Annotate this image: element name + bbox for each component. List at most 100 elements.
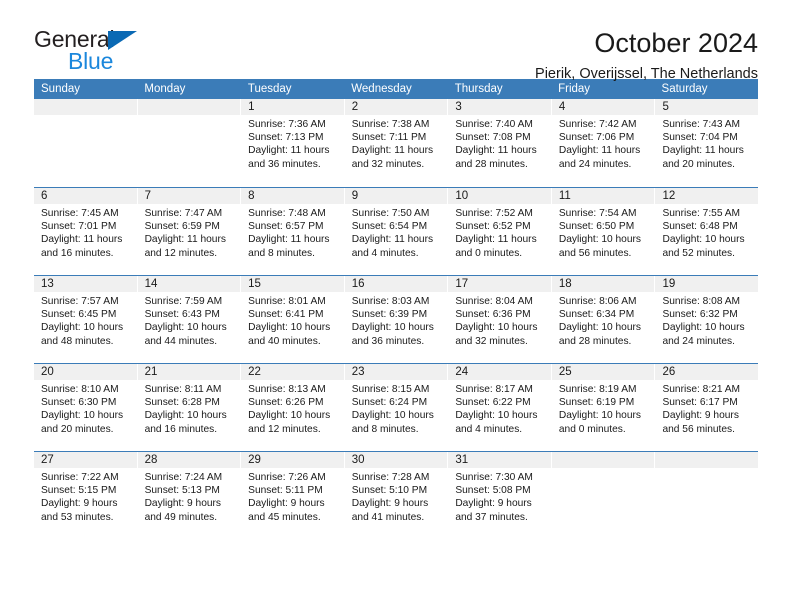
calendar-page: General Blue October 2024 Pierik, Overij… [0, 0, 792, 612]
day-sun-info: Sunrise: 7:38 AM Sunset: 7:11 PM Daylight:… [345, 115, 448, 171]
daylight-text: Daylight: 9 hours and 41 minutes. [351, 498, 429, 523]
day-number: 10 [448, 188, 551, 204]
daylight-text: Daylight: 11 hours and 12 minutes. [144, 234, 226, 259]
day-sun-info: Sunrise: 8:01 AM Sunset: 6:41 PM Daylight:… [241, 292, 344, 348]
calendar-day-cell[interactable]: 10 Sunrise: 7:52 AM Sunset: 6:52 PM Dayligh… [448, 188, 552, 275]
sunset-text: Sunset: 6:39 PM [351, 309, 428, 321]
calendar-day-cell[interactable]: 16 Sunrise: 8:03 AM Sunset: 6:39 PM Dayligh… [344, 276, 449, 363]
calendar-day-cell-empty [137, 99, 242, 187]
calendar-day-cell[interactable]: 17 Sunrise: 8:04 AM Sunset: 6:36 PM Dayligh… [448, 276, 552, 363]
sunrise-text: Sunrise: 8:17 AM [455, 384, 533, 395]
day-sun-info: Sunrise: 8:17 AM Sunset: 6:22 PM Daylight:… [448, 380, 551, 436]
day-number: 22 [241, 364, 344, 380]
general-blue-logo[interactable]: General Blue [34, 26, 152, 74]
day-sun-info: Sunrise: 7:47 AM Sunset: 6:59 PM Daylight:… [138, 204, 241, 260]
calendar-day-cell[interactable]: 29 Sunrise: 7:26 AM Sunset: 5:11 PM Dayligh… [241, 452, 345, 539]
day-number: 30 [344, 452, 448, 468]
calendar-day-cell[interactable]: 11 Sunrise: 7:54 AM Sunset: 6:50 PM Dayligh… [551, 188, 656, 275]
weekday-header-wednesday: Wednesday [351, 83, 412, 95]
day-sun-info: Sunrise: 7:36 AM Sunset: 7:13 PM Daylight:… [241, 115, 344, 171]
sunrise-text: Sunrise: 7:40 AM [455, 119, 533, 130]
calendar-day-cell[interactable]: 4 Sunrise: 7:42 AM Sunset: 7:06 PM Daylight… [551, 99, 656, 187]
daylight-text: Daylight: 10 hours and 36 minutes. [351, 322, 434, 347]
day-number: 27 [34, 452, 137, 468]
sunrise-text: Sunrise: 7:50 AM [351, 208, 430, 219]
calendar-day-cell[interactable]: 8 Sunrise: 7:48 AM Sunset: 6:57 PM Daylight… [241, 188, 345, 275]
day-number [137, 99, 241, 115]
day-sun-info: Sunrise: 7:22 AM Sunset: 5:15 PM Daylight:… [34, 468, 137, 524]
day-sun-info: Sunrise: 8:13 AM Sunset: 6:26 PM Daylight:… [241, 380, 344, 436]
weekday-header-tuesday: Tuesday [247, 83, 292, 95]
calendar-day-cell[interactable]: 5 Sunrise: 7:43 AM Sunset: 7:04 PM Daylight… [655, 99, 759, 187]
calendar-day-cell[interactable]: 15 Sunrise: 8:01 AM Sunset: 6:41 PM Dayligh… [241, 276, 345, 363]
sunset-text: Sunset: 6:32 PM [662, 309, 738, 321]
calendar-day-cell[interactable]: 21 Sunrise: 8:11 AM Sunset: 6:28 PM Dayligh… [137, 364, 242, 451]
sunrise-text: Sunrise: 7:28 AM [351, 472, 430, 483]
day-sun-info: Sunrise: 8:19 AM Sunset: 6:19 PM Daylight:… [552, 380, 655, 436]
weekday-header-row: Sunday Monday Tuesday Wednesday Thursday Frid… [34, 79, 758, 99]
calendar-weeks: 1 Sunrise: 7:36 AM Sunset: 7:13 PM Daylight… [34, 99, 759, 539]
sunset-text: Sunset: 5:11 PM [248, 485, 323, 497]
day-number: 9 [344, 188, 448, 204]
calendar-day-cell[interactable]: 6 Sunrise: 7:45 AM Sunset: 7:01 PM Daylight… [34, 188, 138, 275]
sunset-text: Sunset: 7:06 PM [558, 132, 635, 144]
day-sun-info: Sunrise: 8:06 AM Sunset: 6:34 PM Daylight:… [552, 292, 655, 348]
daylight-text: Daylight: 10 hours and 48 minutes. [41, 322, 124, 347]
calendar-day-cell[interactable]: 30 Sunrise: 7:28 AM Sunset: 5:10 PM Dayligh… [344, 452, 449, 539]
sunset-text: Sunset: 6:24 PM [351, 397, 428, 409]
calendar-day-cell[interactable]: 19 Sunrise: 8:08 AM Sunset: 6:32 PM Dayligh… [655, 276, 759, 363]
calendar-day-cell-empty [655, 452, 759, 539]
sunset-text: Sunset: 7:01 PM [41, 221, 117, 233]
calendar-day-cell[interactable]: 3 Sunrise: 7:40 AM Sunset: 7:08 PM Daylight… [448, 99, 552, 187]
weekday-header-sunday: Sunday [41, 83, 81, 95]
calendar-day-cell[interactable]: 18 Sunrise: 8:06 AM Sunset: 6:34 PM Dayligh… [551, 276, 656, 363]
sunset-text: Sunset: 6:52 PM [455, 221, 531, 233]
daylight-text: Daylight: 11 hours and 32 minutes. [351, 145, 434, 170]
weekday-header-saturday: Saturday [661, 83, 708, 95]
sunrise-text: Sunrise: 7:24 AM [144, 472, 223, 483]
daylight-text: Daylight: 10 hours and 28 minutes. [558, 322, 642, 347]
daylight-text: Daylight: 10 hours and 56 minutes. [558, 234, 642, 259]
calendar-day-cell[interactable]: 2 Sunrise: 7:38 AM Sunset: 7:11 PM Daylight… [344, 99, 449, 187]
sunset-text: Sunset: 6:41 PM [248, 309, 324, 321]
calendar-day-cell[interactable]: 26 Sunrise: 8:21 AM Sunset: 6:17 PM Dayligh… [655, 364, 759, 451]
day-sun-info: Sunrise: 7:43 AM Sunset: 7:04 PM Daylight:… [655, 115, 758, 171]
day-sun-info: Sunrise: 7:57 AM Sunset: 6:45 PM Daylight:… [34, 292, 137, 348]
daylight-text: Daylight: 9 hours and 37 minutes. [455, 498, 532, 523]
day-number: 4 [551, 99, 655, 115]
calendar-day-cell[interactable]: 27 Sunrise: 7:22 AM Sunset: 5:15 PM Dayligh… [34, 452, 138, 539]
calendar-day-cell[interactable]: 24 Sunrise: 8:17 AM Sunset: 6:22 PM Dayligh… [448, 364, 552, 451]
sunset-text: Sunset: 6:45 PM [41, 309, 117, 321]
calendar-week-row: 20 Sunrise: 8:10 AM Sunset: 6:30 PM Dayligh… [34, 363, 759, 451]
page-title: October 2024 [594, 28, 758, 58]
day-number: 1 [241, 99, 344, 115]
sunset-text: Sunset: 6:22 PM [455, 397, 531, 409]
calendar-day-cell[interactable]: 1 Sunrise: 7:36 AM Sunset: 7:13 PM Daylight… [241, 99, 345, 187]
day-number: 6 [34, 188, 137, 204]
calendar-day-cell[interactable]: 13 Sunrise: 7:57 AM Sunset: 6:45 PM Dayligh… [34, 276, 138, 363]
calendar-day-cell[interactable]: 25 Sunrise: 8:19 AM Sunset: 6:19 PM Dayligh… [551, 364, 656, 451]
calendar-day-cell[interactable]: 20 Sunrise: 8:10 AM Sunset: 6:30 PM Dayligh… [34, 364, 138, 451]
calendar-day-cell[interactable]: 22 Sunrise: 8:13 AM Sunset: 6:26 PM Dayligh… [241, 364, 345, 451]
daylight-text: Daylight: 10 hours and 52 minutes. [662, 234, 745, 259]
day-sun-info: Sunrise: 8:10 AM Sunset: 6:30 PM Daylight:… [34, 380, 137, 436]
calendar-day-cell[interactable]: 14 Sunrise: 7:59 AM Sunset: 6:43 PM Dayligh… [137, 276, 242, 363]
day-sun-info: Sunrise: 7:40 AM Sunset: 7:08 PM Daylight:… [448, 115, 551, 171]
sunrise-text: Sunrise: 7:22 AM [41, 472, 119, 483]
day-number [34, 99, 137, 115]
logo-text-blue: Blue [68, 48, 114, 74]
daylight-text: Daylight: 11 hours and 4 minutes. [351, 234, 434, 259]
sunset-text: Sunset: 6:59 PM [144, 221, 220, 233]
calendar-day-cell[interactable]: 31 Sunrise: 7:30 AM Sunset: 5:08 PM Dayligh… [448, 452, 552, 539]
sunrise-text: Sunrise: 8:10 AM [41, 384, 119, 395]
day-sun-info: Sunrise: 7:59 AM Sunset: 6:43 PM Daylight:… [138, 292, 241, 348]
calendar-day-cell[interactable]: 7 Sunrise: 7:47 AM Sunset: 6:59 PM Daylight… [137, 188, 242, 275]
calendar-day-cell-empty [34, 99, 138, 187]
sunset-text: Sunset: 6:57 PM [248, 221, 324, 233]
sunrise-text: Sunrise: 7:47 AM [144, 208, 223, 219]
day-sun-info: Sunrise: 7:24 AM Sunset: 5:13 PM Daylight:… [138, 468, 241, 524]
calendar-day-cell[interactable]: 12 Sunrise: 7:55 AM Sunset: 6:48 PM Dayligh… [655, 188, 759, 275]
calendar-day-cell[interactable]: 28 Sunrise: 7:24 AM Sunset: 5:13 PM Dayligh… [137, 452, 242, 539]
calendar-day-cell[interactable]: 23 Sunrise: 8:15 AM Sunset: 6:24 PM Dayligh… [344, 364, 449, 451]
calendar-day-cell[interactable]: 9 Sunrise: 7:50 AM Sunset: 6:54 PM Daylight… [344, 188, 449, 275]
